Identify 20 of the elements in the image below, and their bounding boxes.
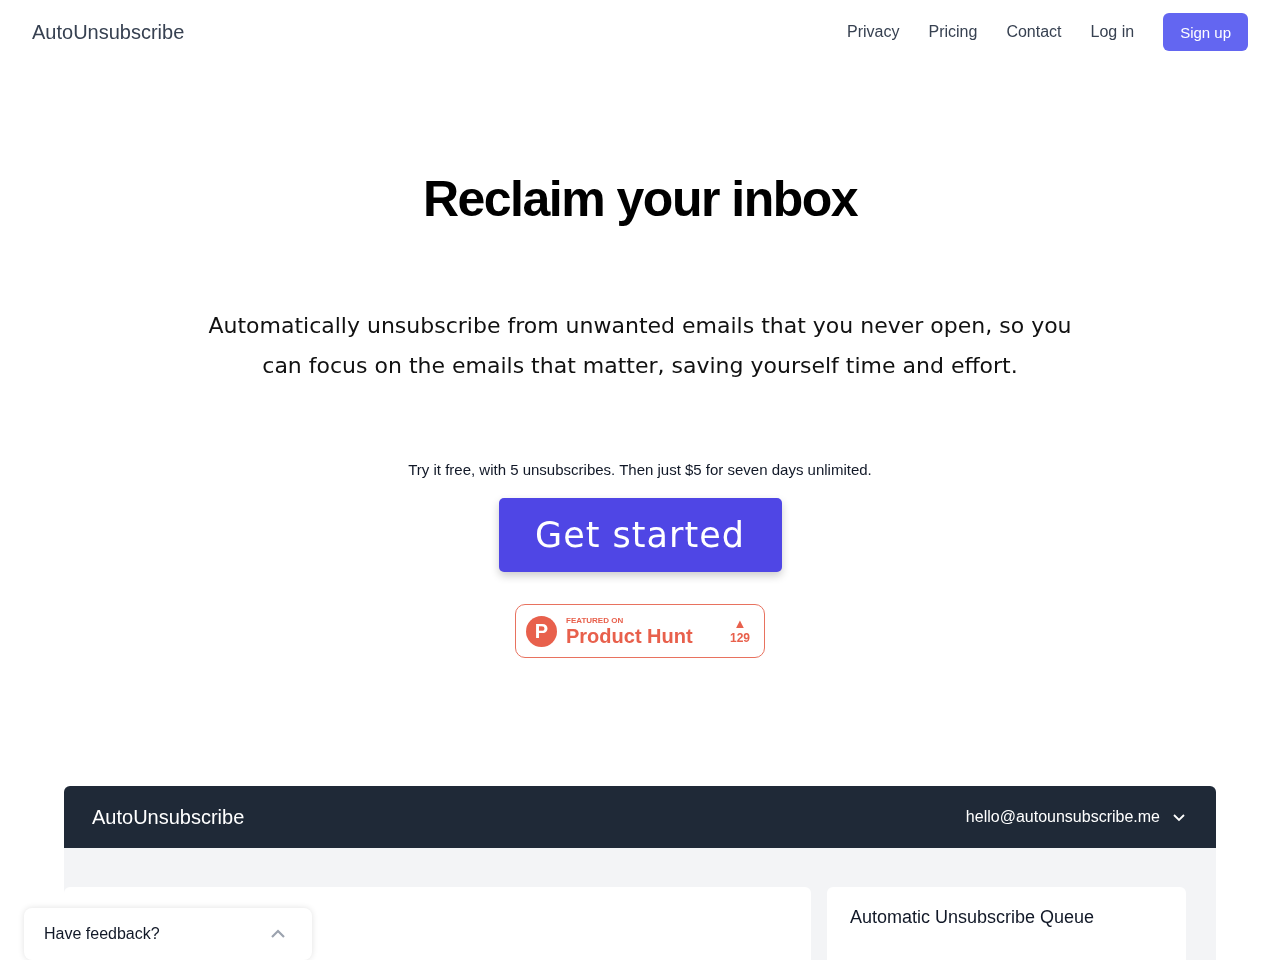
vote-count: 129 xyxy=(729,631,750,645)
get-started-button[interactable]: Get started xyxy=(498,498,782,572)
upvote-icon: ▲ xyxy=(733,617,747,631)
pricing-note: Try it free, with 5 unsubscribes. Then just $5 for seven days unlimited. xyxy=(407,460,873,480)
site-logo[interactable]: AutoUnsubscribe xyxy=(32,20,185,44)
hero-title: Reclaim your inbox xyxy=(422,170,858,229)
sign-up-button[interactable]: Sign up xyxy=(1163,13,1248,51)
product-hunt-logo-icon: P xyxy=(526,615,557,647)
badge-name: Product Hunt xyxy=(566,624,694,647)
hero-subtitle: Automatically unsubscribe from unwanted emails that you never open, so you can focus on the emails that matter, saving yourself time and effort. xyxy=(207,312,1073,380)
nav-link[interactable]: Pricing xyxy=(928,23,978,41)
feedback-label: Have feedback? xyxy=(44,925,160,943)
nav-link[interactable]: Log in xyxy=(1090,23,1135,41)
badge-kicker: FEATURED ON xyxy=(566,615,625,625)
nav-link[interactable]: Privacy xyxy=(847,23,900,41)
nav-link[interactable]: Contact xyxy=(1006,23,1062,41)
account-email[interactable]: hello@autounsubscribe.me xyxy=(965,808,1160,826)
app-logo: AutoUnsubscribe xyxy=(92,805,245,829)
queue-title: Automatic Unsubscribe Queue xyxy=(850,907,1095,927)
feedback-widget[interactable]: Have feedback? xyxy=(24,908,312,960)
